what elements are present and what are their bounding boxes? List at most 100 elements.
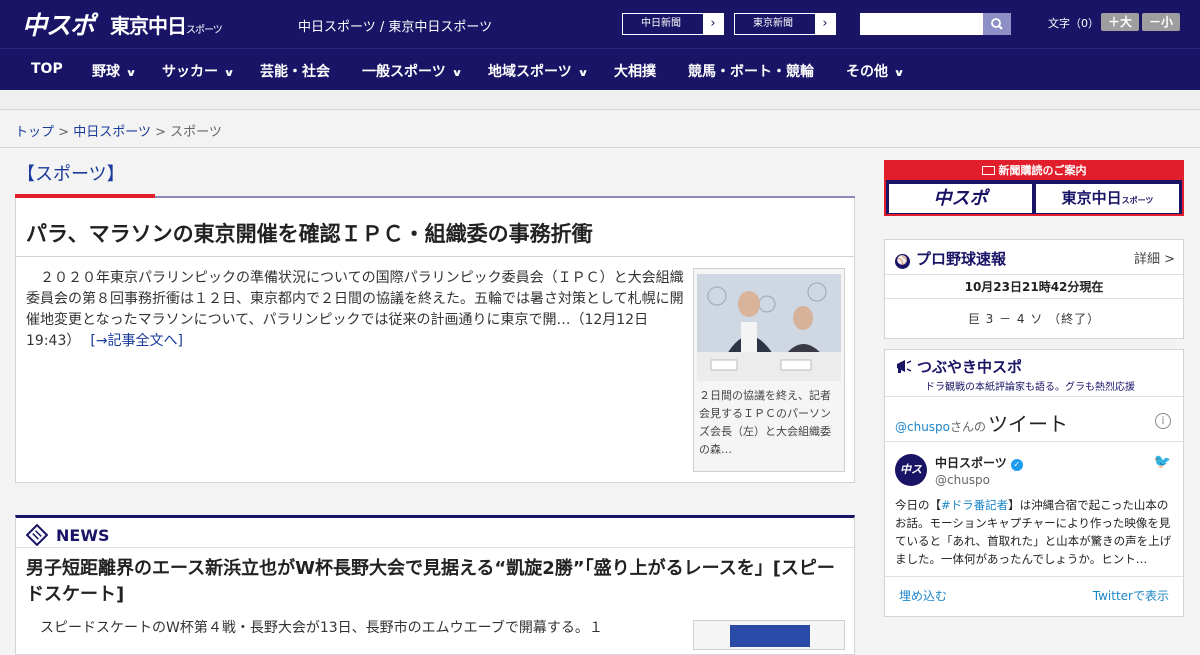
subscribe-tokyo-button[interactable]: 東京中日スポーツ [1036,184,1179,213]
font-size-label: 文字（0） [1048,17,1099,30]
breadcrumb-chunichi-sports[interactable]: 中日スポーツ [73,125,151,140]
news-summary-text: スピードスケートのW杯第４戦・長野大会が13日、長野市のエムウエーブで開幕する。… [40,620,603,636]
tweets-by-line: @chuspoさんの ツイート [895,408,1068,437]
news-thumbnail-image [730,625,810,647]
chevron-down-icon: ∨ [125,68,137,79]
twitter-title: つぶやき中スポ [895,356,1022,377]
read-full-article-link[interactable]: [→記事全文へ] [90,333,183,349]
twitter-subtitle: ドラ観戦の本紙評論家も語る。グラも熱烈応援 [925,382,1135,393]
chevron-right-icon: › [815,14,835,34]
account-name[interactable]: 中日スポーツ ✓ [935,454,1023,471]
press-conference-image [697,274,841,381]
tokyo-shimbun-label: 東京新聞 [753,18,793,29]
nav-item-general-sports[interactable]: 一般スポーツ ∨ [362,61,463,81]
article-summary: ２０２０年東京パラリンピックの準備状況についての国際パラリンピック委員会（ＩＰＣ… [26,268,686,352]
baseball-detail-link[interactable]: 詳細 > [1134,248,1175,267]
breadcrumb-current: スポーツ [170,125,222,140]
baseball-game-score[interactable]: 巨 3 － 4 ソ （終了） [885,310,1183,327]
tweets-word: ツイート [988,412,1069,436]
chevron-right-icon: › [703,14,723,34]
subscription-banner[interactable]: 新聞購読のご案内 中スポ 東京中日スポーツ [884,160,1184,216]
twitter-bird-icon[interactable]: 🐦 [1154,454,1171,470]
breadcrumb: トップ > 中日スポーツ > スポーツ [15,121,222,140]
chunichi-shimbun-button[interactable]: 中日新聞 › [622,13,724,35]
news-summary: スピードスケートのW杯第４戦・長野大会が13日、長野市のエムウエーブで開幕する。… [26,618,686,639]
nav-item-label: 大相撲 [614,64,656,80]
article-photo-box[interactable]: ２日間の協議を終え、記者会見するＩＰＣのパーソンズ会長（左）と大会組織委の森… [693,268,845,472]
newspaper-icon [26,524,48,546]
baseball-scores: ⚾ プロ野球速報 詳細 > 10月23日21時42分現在 巨 3 － 4 ソ （終… [884,239,1184,339]
nav-item-label: 競馬・ボート・競輪 [688,64,814,80]
chevron-down-icon: ∨ [893,68,905,79]
info-icon[interactable]: i [1155,413,1171,429]
account-handle[interactable]: @chuspo [935,473,990,487]
tokyo-logo-small: スポーツ [186,25,223,36]
baseball-icon: ⚾ [895,254,910,269]
twitter-handle-link[interactable]: @chuspo [895,420,950,434]
nav-item-label: 地域スポーツ [488,64,572,80]
search-button[interactable] [983,13,1011,35]
nav-item-sumo[interactable]: 大相撲 [614,61,656,81]
tweet-text: 今日の【#ドラ番記者】は沖縄合宿で起こった山本のお話。モーションキャプチャーによ… [895,496,1173,568]
tokyo-logo-text: 東京中日 [110,14,187,38]
subscription-title: 新聞購読のご案内 [886,162,1182,180]
nav-item-label: 芸能・社会 [260,64,330,80]
top-header: 中スポ 東京中日スポーツ 中日スポーツ / 東京中日スポーツ 中日新聞 › 東京… [0,0,1200,48]
search-input[interactable] [860,13,983,35]
embed-link[interactable]: 埋め込む [899,587,947,604]
site-name-link[interactable]: 中日スポーツ / 東京中日スポーツ [298,16,492,35]
breadcrumb-separator: > [155,125,166,140]
article-title[interactable]: パラ、マラソンの東京開催を確認ＩＰＣ・組織委の事務折衝 [26,218,593,248]
twitter-title-text: つぶやき中スポ [917,358,1023,376]
chevron-down-icon: ∨ [577,68,589,79]
chevron-down-icon: ∨ [223,68,235,79]
baseball-title-text: プロ野球速報 [916,250,1007,268]
article-header: パラ、マラソンの東京開催を確認ＩＰＣ・組織委の事務折衝 [16,198,854,257]
nav-item-label: TOP [31,61,63,77]
baseball-title: ⚾ プロ野球速報 [895,248,1006,269]
news-headline[interactable]: 男子短距離界のエース新浜立也がW杯長野大会で見据える“凱旋2勝”「盛り上がるレー… [26,556,846,608]
sub-band [0,90,1200,110]
avatar[interactable]: 中スポ [895,454,927,508]
baseball-updated: 10月23日21時42分現在 [885,274,1183,299]
tokyo-chunichi-logo[interactable]: 東京中日スポーツ [110,10,223,39]
nav-item-local-sports[interactable]: 地域スポーツ ∨ [488,61,589,81]
view-on-twitter-link[interactable]: Twitterで表示 [1093,587,1169,604]
subscribe-chuspo-button[interactable]: 中スポ [889,184,1032,213]
nav-item-label: その他 [846,64,888,80]
article-photo[interactable] [697,274,841,381]
megaphone-icon [897,360,912,373]
news-thumbnail[interactable] [693,620,845,650]
nav-item-label: 野球 [92,64,120,80]
tweets-by-suffix: さんの [950,420,987,434]
news-divider [16,547,854,548]
verified-icon: ✓ [1010,459,1023,471]
lead-article: パラ、マラソンの東京開催を確認ＩＰＣ・組織委の事務折衝 ２０２０年東京パラリンピ… [15,198,855,483]
breadcrumb-separator: > [58,125,70,140]
subscribe-tokyo-small: スポーツ [1121,196,1154,205]
account-name-text: 中日スポーツ [935,456,1007,470]
chuspo-logo[interactable]: 中スポ [22,6,95,42]
hashtag-link[interactable]: #ドラ番記者 [941,498,1008,512]
breadcrumb-top[interactable]: トップ [15,125,54,140]
photo-caption: ２日間の協議を終え、記者会見するＩＰＣのパーソンズ会長（左）と大会組織委の森… [699,389,831,456]
nav-item-baseball[interactable]: 野球 ∨ [92,61,137,81]
subscription-title-text: 新聞購読のご案内 [998,164,1087,177]
nav-item-entertainment[interactable]: 芸能・社会 [260,61,330,81]
subscribe-tokyo-label: 東京中日 [1061,189,1122,207]
news-label: NEWS [56,526,110,545]
breadcrumb-bar: トップ > 中日スポーツ > スポーツ [0,111,1200,148]
twitter-widget: つぶやき中スポ ドラ観戦の本紙評論家も語る。グラも熱烈応援 @chuspoさんの… [884,349,1184,617]
tokyo-shimbun-button[interactable]: 東京新聞 › [734,13,836,35]
twitter-divider [885,576,1183,577]
font-smaller-button[interactable]: －小 [1142,13,1180,31]
nav-item-top[interactable]: TOP [31,61,63,77]
font-bigger-button[interactable]: ＋大 [1101,13,1139,31]
main-nav: TOP 野球 ∨ サッカー ∨ 芸能・社会 一般スポーツ ∨ 地域スポーツ ∨ 大相撲 … [0,48,1200,90]
chevron-down-icon: ∨ [451,68,463,79]
nav-item-soccer[interactable]: サッカー ∨ [162,61,235,81]
nav-item-racing[interactable]: 競馬・ボート・競輪 [688,61,814,81]
nav-item-other[interactable]: その他 ∨ [846,61,905,81]
chunichi-shimbun-label: 中日新聞 [641,18,681,29]
newspaper-icon [981,166,995,175]
